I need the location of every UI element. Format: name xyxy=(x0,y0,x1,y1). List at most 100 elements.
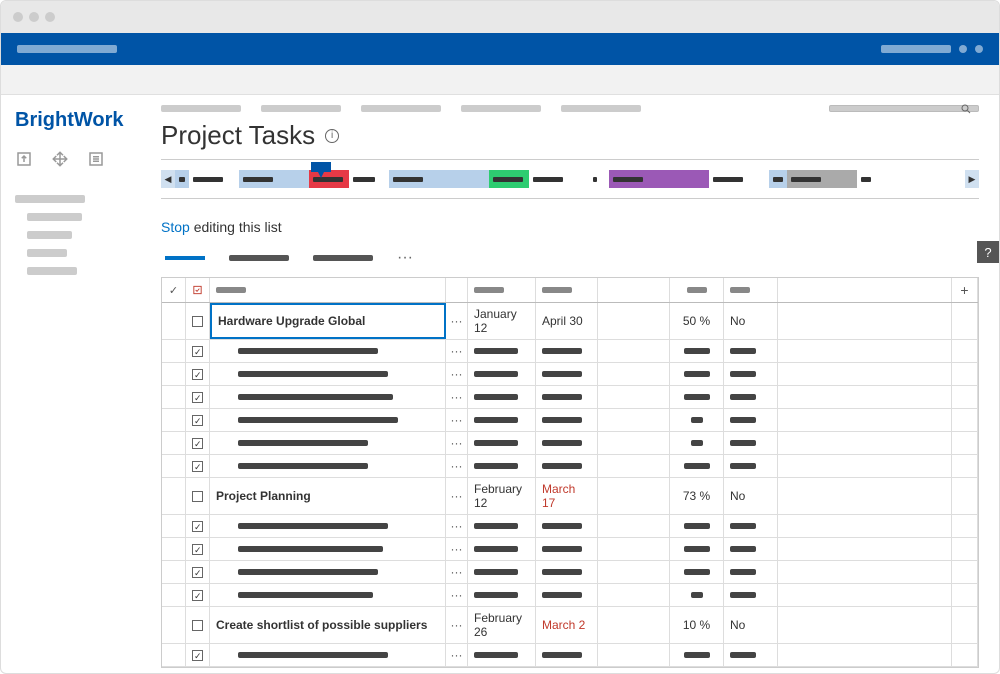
table-row[interactable]: Create shortlist of possible suppliers··… xyxy=(162,607,978,644)
table-row[interactable]: ··· xyxy=(162,644,978,667)
complete-cell[interactable] xyxy=(162,561,186,583)
row-actions[interactable]: ··· xyxy=(446,386,468,408)
col-end[interactable] xyxy=(536,278,598,302)
start-date-cell[interactable] xyxy=(468,340,536,362)
table-row[interactable]: ··· xyxy=(162,340,978,363)
row-actions[interactable]: ··· xyxy=(446,607,468,643)
timeline-segment[interactable] xyxy=(309,170,349,188)
col-no[interactable] xyxy=(724,278,778,302)
end-date-cell[interactable] xyxy=(536,340,598,362)
table-row[interactable]: ··· xyxy=(162,409,978,432)
no-cell[interactable] xyxy=(724,340,778,362)
complete-cell[interactable] xyxy=(162,409,186,431)
end-date-cell[interactable] xyxy=(536,455,598,477)
end-date-cell[interactable] xyxy=(536,432,598,454)
timeline-segment[interactable] xyxy=(489,170,529,188)
end-date-cell[interactable] xyxy=(536,584,598,606)
no-cell[interactable]: No xyxy=(724,478,778,514)
no-cell[interactable] xyxy=(724,386,778,408)
title-cell[interactable] xyxy=(210,363,446,385)
title-cell[interactable]: Project Planning xyxy=(210,478,446,514)
nav-item[interactable] xyxy=(461,105,541,112)
table-row[interactable]: ··· xyxy=(162,363,978,386)
start-date-cell[interactable] xyxy=(468,409,536,431)
end-date-cell[interactable] xyxy=(536,409,598,431)
start-date-cell[interactable] xyxy=(468,644,536,666)
checkbox-cell[interactable] xyxy=(186,644,210,666)
list-icon[interactable] xyxy=(87,150,105,173)
complete-cell[interactable] xyxy=(162,478,186,514)
table-row[interactable]: ··· xyxy=(162,386,978,409)
timeline-next[interactable]: ▶ xyxy=(965,170,979,188)
title-cell[interactable] xyxy=(210,386,446,408)
table-row[interactable]: ··· xyxy=(162,561,978,584)
complete-cell[interactable] xyxy=(162,340,186,362)
start-date-cell[interactable] xyxy=(468,455,536,477)
move-icon[interactable] xyxy=(51,150,69,173)
start-date-cell[interactable]: February 26 xyxy=(468,607,536,643)
start-date-cell[interactable] xyxy=(468,432,536,454)
complete-cell[interactable] xyxy=(162,607,186,643)
start-date-cell[interactable] xyxy=(468,363,536,385)
no-cell[interactable] xyxy=(724,363,778,385)
timeline-segment[interactable] xyxy=(349,170,389,188)
row-actions[interactable]: ··· xyxy=(446,538,468,560)
complete-cell[interactable] xyxy=(162,386,186,408)
start-date-cell[interactable] xyxy=(468,386,536,408)
row-actions[interactable]: ··· xyxy=(446,303,468,339)
percent-cell[interactable] xyxy=(670,561,724,583)
checkbox-cell[interactable] xyxy=(186,432,210,454)
timeline-segment[interactable] xyxy=(857,170,895,188)
col-checkbox[interactable] xyxy=(186,278,210,302)
end-date-cell[interactable]: March 17 xyxy=(536,478,598,514)
timeline-segment[interactable] xyxy=(589,170,609,188)
stop-editing-link[interactable]: Stop xyxy=(161,219,190,235)
percent-cell[interactable] xyxy=(670,409,724,431)
col-pct[interactable] xyxy=(670,278,724,302)
start-date-cell[interactable] xyxy=(468,561,536,583)
percent-cell[interactable] xyxy=(670,515,724,537)
no-cell[interactable] xyxy=(724,644,778,666)
no-cell[interactable] xyxy=(724,432,778,454)
sidebar-item[interactable] xyxy=(27,213,82,221)
title-cell[interactable]: Hardware Upgrade Global xyxy=(210,303,446,339)
upload-icon[interactable] xyxy=(15,150,33,173)
no-cell[interactable] xyxy=(724,561,778,583)
title-cell[interactable] xyxy=(210,515,446,537)
search-input[interactable] xyxy=(829,105,979,112)
percent-cell[interactable] xyxy=(670,644,724,666)
row-actions[interactable]: ··· xyxy=(446,409,468,431)
table-row[interactable]: Project Planning···February 12March 1773… xyxy=(162,478,978,515)
title-cell[interactable] xyxy=(210,455,446,477)
nav-item[interactable] xyxy=(361,105,441,112)
timeline-segment[interactable] xyxy=(787,170,857,188)
table-row[interactable]: Hardware Upgrade Global···January 12Apri… xyxy=(162,303,978,340)
title-cell[interactable] xyxy=(210,538,446,560)
end-date-cell[interactable] xyxy=(536,561,598,583)
end-date-cell[interactable] xyxy=(536,538,598,560)
complete-cell[interactable] xyxy=(162,432,186,454)
timeline-segment[interactable] xyxy=(709,170,769,188)
col-title[interactable] xyxy=(210,278,446,302)
checkbox-cell[interactable] xyxy=(186,363,210,385)
title-cell[interactable] xyxy=(210,584,446,606)
row-actions[interactable]: ··· xyxy=(446,478,468,514)
timeline-segment[interactable] xyxy=(389,170,489,188)
no-cell[interactable] xyxy=(724,538,778,560)
percent-cell[interactable]: 73 % xyxy=(670,478,724,514)
tab-item[interactable] xyxy=(229,255,289,261)
table-row[interactable]: ··· xyxy=(162,432,978,455)
end-date-cell[interactable] xyxy=(536,363,598,385)
percent-cell[interactable] xyxy=(670,455,724,477)
title-cell[interactable] xyxy=(210,409,446,431)
add-column[interactable]: + xyxy=(952,278,978,302)
table-row[interactable]: ··· xyxy=(162,584,978,607)
checkbox-cell[interactable] xyxy=(186,340,210,362)
percent-cell[interactable] xyxy=(670,363,724,385)
complete-cell[interactable] xyxy=(162,455,186,477)
row-actions[interactable]: ··· xyxy=(446,363,468,385)
end-date-cell[interactable] xyxy=(536,386,598,408)
start-date-cell[interactable] xyxy=(468,584,536,606)
timeline-segment[interactable] xyxy=(609,170,709,188)
sidebar-item[interactable] xyxy=(27,249,67,257)
